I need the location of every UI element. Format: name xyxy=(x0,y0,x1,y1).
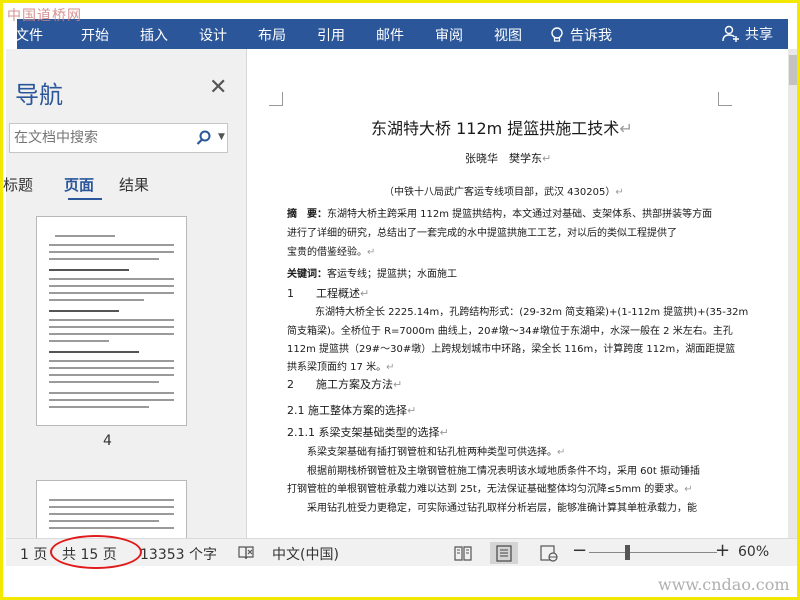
web-page-icon xyxy=(540,545,558,562)
close-icon[interactable]: ✕ xyxy=(209,75,227,100)
doc-authors: 张晓华 樊学东↵ xyxy=(465,152,552,165)
scrollbar-thumb[interactable] xyxy=(789,55,797,85)
margin-corner-left xyxy=(269,92,283,106)
zoom-in-button[interactable]: + xyxy=(715,540,730,561)
doc-section-1-line-2: 简支箱梁)。全桥位于 R=7000m 曲线上，20#墩～34#墩位于东湖中，水深… xyxy=(287,326,733,337)
tell-me-box[interactable]: 告诉我 xyxy=(550,25,612,45)
screenshot-frame: 中国道桥网 文件 开始 插入 设计 布局 引用 邮件 审阅 视图 告诉我 共享 xyxy=(0,0,800,600)
tab-mailings[interactable]: 邮件 xyxy=(376,25,404,45)
doc-section-2-heading: 2 施工方案及方法↵ xyxy=(287,378,403,391)
print-layout-button[interactable] xyxy=(490,542,518,564)
zoom-slider-handle[interactable] xyxy=(625,545,631,560)
tab-file[interactable]: 文件 xyxy=(15,25,43,45)
doc-section-2-1-heading: 2.1 施工整体方案的选择↵ xyxy=(287,404,417,417)
navigation-pane: 导航 ✕ ▼ 标题 页面 结果 xyxy=(3,49,246,540)
person-add-icon xyxy=(722,25,739,42)
thumbnail-page-number: 4 xyxy=(103,433,112,449)
status-page-number[interactable]: 1 页 xyxy=(20,544,47,564)
doc-section-2-1-1-line-3: 打钢管桩的单根钢管桩承载力难以达到 25t，无法保证基础整体均匀沉降≤5mm 的… xyxy=(287,484,693,495)
tell-me-label: 告诉我 xyxy=(570,28,612,44)
page-thumbnail-4[interactable] xyxy=(36,216,187,426)
doc-section-2-1-1-line-4: 采用钻孔桩受力更稳定，可实际通过钻孔取样分析岩层，能够准确计算其单桩承载力，能 xyxy=(307,503,697,514)
zoom-out-button[interactable]: − xyxy=(572,540,587,561)
proofing-icon[interactable] xyxy=(237,545,255,561)
zoom-slider[interactable] xyxy=(589,552,717,553)
highlight-circle xyxy=(50,535,142,569)
tab-home[interactable]: 开始 xyxy=(81,25,109,45)
doc-section-1-line-3: 112m 提篮拱（29#～30#墩）上跨规划城市中环路，梁全长 116m，计算跨… xyxy=(287,344,736,355)
tab-design[interactable]: 设计 xyxy=(199,25,227,45)
book-icon xyxy=(454,546,472,561)
nav-pane-title: 导航 xyxy=(15,81,63,109)
search-box[interactable]: ▼ xyxy=(9,123,228,153)
chevron-down-icon[interactable]: ▼ xyxy=(218,132,225,142)
margin-corner-right xyxy=(718,92,732,106)
doc-section-1-line-1: 东湖特大桥全长 2225.14m，孔跨结构形式：(29-32m 简支箱梁)+(1… xyxy=(315,307,749,318)
watermark-top: 中国道桥网 xyxy=(7,8,82,24)
tab-pages[interactable]: 页面 xyxy=(64,174,94,195)
doc-section-2-1-1-heading: 2.1.1 系梁支架基础类型的选择↵ xyxy=(287,426,449,439)
doc-abstract-line-2: 进行了详细的研究，总结出了一套完成的水中提篮拱施工工艺，对以后的类似工程提供了 xyxy=(287,228,677,239)
zoom-level[interactable]: 60% xyxy=(738,544,769,560)
document-page[interactable]: 东湖特大桥 112m 提篮拱施工技术↵ 张晓华 樊学东↵ （中铁十八局武广客运专… xyxy=(246,49,788,538)
page-icon xyxy=(496,545,512,562)
search-input[interactable] xyxy=(14,128,189,148)
doc-abstract-line-1: 摘 要：东湖特大桥主跨采用 112m 提篮拱结构，本文通过对基础、支架体系、拱部… xyxy=(287,209,713,220)
doc-title: 东湖特大桥 112m 提篮拱施工技术↵ xyxy=(371,119,633,138)
status-word-count[interactable]: 13353 个字 xyxy=(140,544,217,564)
doc-affiliation: （中铁十八局武广客运专线项目部，武汉 430205）↵ xyxy=(384,187,624,198)
doc-section-2-1-1-line-2: 根据前期栈桥钢管桩及主墩钢管桩施工情况表明该水域地质条件不均，采用 60t 振动… xyxy=(307,466,701,477)
vertical-scrollbar[interactable] xyxy=(788,49,797,538)
search-icon[interactable] xyxy=(196,130,212,146)
lightbulb-icon xyxy=(551,27,563,42)
share-button[interactable]: 共享 xyxy=(722,24,773,44)
tab-review[interactable]: 审阅 xyxy=(435,25,463,45)
tab-results[interactable]: 结果 xyxy=(119,174,149,195)
doc-section-1-heading: 1 工程概述↵ xyxy=(287,287,370,300)
page-thumbnail-5[interactable] xyxy=(36,480,187,540)
tab-references[interactable]: 引用 xyxy=(317,25,345,45)
watermark-bottom: www.cndao.com xyxy=(658,575,790,594)
tab-headings[interactable]: 标题 xyxy=(3,174,33,195)
doc-keywords: 关键词：客运专线；提篮拱；水面施工 xyxy=(287,269,457,280)
doc-section-2-1-1-line-1: 系梁支架基础有插打钢管桩和钻孔桩两种类型可供选择。↵ xyxy=(307,447,566,458)
web-layout-button[interactable] xyxy=(535,542,563,564)
status-language[interactable]: 中文(中国) xyxy=(272,544,339,564)
tab-view[interactable]: 视图 xyxy=(494,25,522,45)
tab-insert[interactable]: 插入 xyxy=(140,25,168,45)
doc-section-1-line-4: 拱系梁顶面约 17 米。↵ xyxy=(287,362,395,373)
doc-abstract-line-3: 宝贵的借鉴经验。↵ xyxy=(287,247,376,258)
active-tab-indicator xyxy=(68,198,102,200)
tab-layout[interactable]: 布局 xyxy=(258,25,286,45)
ribbon-tab-bar: 文件 开始 插入 设计 布局 引用 邮件 审阅 视图 告诉我 共享 xyxy=(15,19,788,49)
read-mode-button[interactable] xyxy=(449,542,477,564)
share-label: 共享 xyxy=(745,27,773,43)
